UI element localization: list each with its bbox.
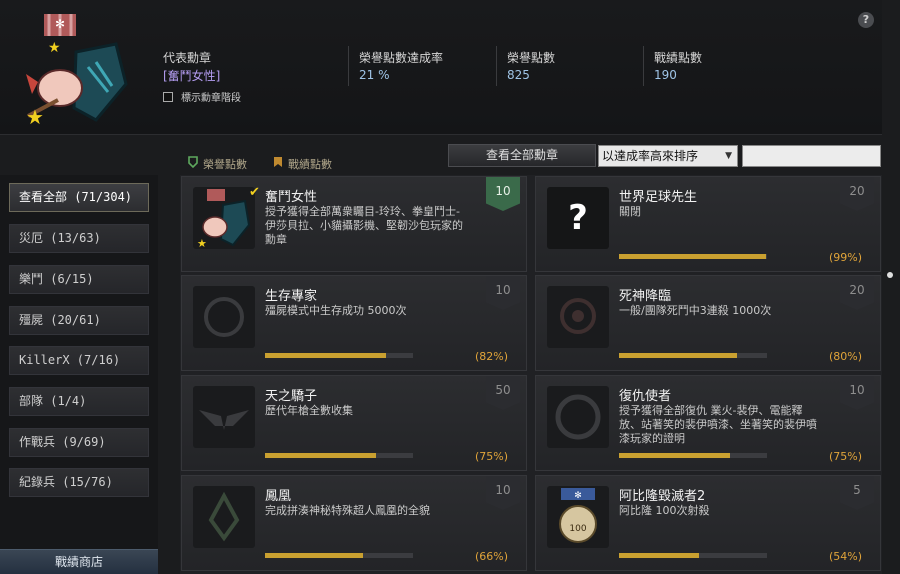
progress-percent: (75%) — [828, 450, 862, 463]
rep-medal-value[interactable]: [奮鬥女性] — [163, 67, 220, 84]
medal-points: 50 — [486, 376, 520, 410]
medal-title: 天之驕子 — [265, 389, 318, 404]
category-all[interactable]: 查看全部 (71/304) — [9, 183, 149, 212]
medal-desc: 歷代年槍全數收集 — [265, 404, 353, 417]
progress-percent: (99%) — [828, 251, 862, 264]
show-rank-checkbox[interactable] — [163, 92, 173, 102]
medal-card[interactable]: 復仇使者 授予獲得全部復仇 業火-裴伊、電能釋放、站著笑的裴伊噴漆、坐著笑的裴伊… — [535, 375, 881, 471]
medal-title: 死神降臨 — [619, 289, 672, 304]
legend-battle: 戰績點數 — [288, 158, 332, 171]
medal-points: 20 — [840, 276, 874, 310]
progress-bar — [619, 453, 767, 458]
category-disaster[interactable]: 災厄 (13/63) — [9, 224, 149, 253]
medal-desc: 阿比隆 100次射殺 — [619, 504, 710, 517]
medal-desc: 關閉 — [619, 205, 641, 218]
progress-bar — [619, 553, 767, 558]
category-fun-fight[interactable]: 樂鬥 (6/15) — [9, 265, 149, 294]
honor-rate-value: 21 % — [359, 68, 390, 82]
medal-title: 奮鬥女性 — [265, 190, 318, 205]
reaper-icon — [547, 286, 609, 348]
honor-shield-icon — [188, 156, 198, 168]
progress-percent: (80%) — [828, 350, 862, 363]
category-zombie[interactable]: 殭屍 (20/61) — [9, 306, 149, 335]
progress-percent: (82%) — [474, 350, 508, 363]
honor-points-value: 825 — [507, 68, 530, 82]
sort-value: 以達成率高來排序 — [602, 149, 699, 163]
progress-percent: (54%) — [828, 550, 862, 563]
medal-desc: 授予獲得全部復仇 業火-裴伊、電能釋放、站著笑的裴伊噴漆、坐著笑的裴伊噴漆玩家的… — [619, 404, 817, 445]
medal-desc: 一般/團隊死鬥中3連殺 1000次 — [619, 304, 772, 317]
medal-title: 生存專家 — [265, 289, 318, 304]
medal-points: 10 — [486, 276, 520, 310]
medal-points: 5 — [840, 476, 874, 510]
medal-points: 10 — [486, 476, 520, 510]
medal-card[interactable]: 天之驕子 歷代年槍全數收集 50 (75%) — [181, 375, 527, 471]
medal-points: 20 — [840, 177, 874, 211]
scrollbar-thumb[interactable] — [887, 272, 893, 278]
progress-bar — [619, 353, 767, 358]
avenger-icon — [547, 386, 609, 448]
svg-text:100: 100 — [569, 524, 586, 534]
svg-text:★: ★ — [26, 105, 44, 129]
medal-desc: 殭屍模式中生存成功 5000次 — [265, 304, 407, 317]
progress-bar — [619, 254, 767, 259]
svg-text:✻: ✻ — [55, 17, 65, 31]
progress-bar — [265, 353, 413, 358]
medal-card[interactable]: 生存專家 殭屍模式中生存成功 5000次 10 (82%) — [181, 275, 527, 371]
progress-bar — [265, 453, 413, 458]
svg-text:✻: ✻ — [574, 491, 582, 501]
divider — [496, 46, 497, 86]
check-icon: ✔ — [249, 185, 260, 200]
medal-title: 阿比隆毀滅者2 — [619, 489, 706, 504]
view-all-medals-button[interactable]: 查看全部勳章 — [448, 144, 596, 167]
medal-card[interactable]: ✻ 100 阿比隆毀滅者2 阿比隆 100次射殺 5 (54%) — [535, 475, 881, 571]
legend-honor: 榮譽點數 — [203, 158, 247, 171]
scrollbar[interactable] — [885, 175, 897, 574]
svg-text:★: ★ — [48, 40, 61, 56]
medal-desc: 授予獲得全部萬衆矚目-玲玲、拳皇鬥士-伊莎貝拉、小貓攝影機、堅韌沙包玩家的勳章 — [265, 205, 463, 246]
medal-desc: 完成拼湊神秘特殊超人鳳凰的全貌 — [265, 504, 430, 517]
battle-shop-button[interactable]: 戰績商店 — [0, 549, 158, 574]
wings-icon — [193, 386, 255, 448]
medal-card[interactable]: ? 世界足球先生 關閉 20 (99%) — [535, 176, 881, 272]
progress-percent: (66%) — [474, 550, 508, 563]
medal-title: 復仇使者 — [619, 389, 672, 404]
honor-points-label: 榮譽點數 — [507, 51, 556, 65]
phoenix-icon — [193, 486, 255, 548]
medal-card[interactable]: 鳳凰 完成拼湊神秘特殊超人鳳凰的全貌 10 (66%) — [181, 475, 527, 571]
survival-icon — [193, 286, 255, 348]
medal-title: 世界足球先生 — [619, 190, 698, 205]
medal-summary-panel: ✻ ★ ★ 代表勳章 [奮鬥女性] 標示勳章階段 榮譽點數達成率 21 % 榮譽… — [0, 0, 882, 135]
representative-medal-icon: ✻ ★ ★ — [26, 14, 128, 129]
divider — [643, 46, 644, 86]
show-rank-label: 標示勳章階段 — [181, 93, 241, 104]
divider — [348, 46, 349, 86]
medal-icon: ★ — [193, 187, 255, 250]
abilon-icon: ✻ 100 — [547, 486, 609, 548]
category-record-soldier[interactable]: 紀錄兵 (15/76) — [9, 468, 149, 497]
svg-text:★: ★ — [197, 237, 207, 249]
battle-points-value: 190 — [654, 68, 677, 82]
progress-bar — [265, 553, 413, 558]
rep-medal-label: 代表勳章 — [163, 51, 212, 65]
medal-card[interactable]: 死神降臨 一般/團隊死鬥中3連殺 1000次 20 (80%) — [535, 275, 881, 371]
category-killerx[interactable]: KillerX (7/16) — [9, 346, 149, 375]
honor-rate-label: 榮譽點數達成率 — [359, 51, 444, 65]
medal-card[interactable]: ★ ✔ 奮鬥女性 授予獲得全部萬衆矚目-玲玲、拳皇鬥士-伊莎貝拉、小貓攝影機、堅… — [181, 176, 527, 272]
battle-points-label: 戰績點數 — [654, 51, 703, 65]
category-clan[interactable]: 部隊 (1/4) — [9, 387, 149, 416]
help-icon[interactable]: ? — [858, 12, 874, 28]
medal-points: 10 — [840, 376, 874, 410]
category-combat-soldier[interactable]: 作戰兵 (9/69) — [9, 428, 149, 457]
battle-bookmark-icon — [274, 157, 282, 167]
medal-title: 鳳凰 — [265, 489, 292, 504]
sort-dropdown[interactable]: 以達成率高來排序 ▼ — [598, 145, 738, 167]
question-icon: ? — [547, 187, 609, 249]
progress-percent: (75%) — [474, 450, 508, 463]
search-input[interactable] — [742, 145, 881, 167]
chevron-down-icon: ▼ — [725, 151, 732, 161]
medal-points: 10 — [486, 177, 520, 211]
